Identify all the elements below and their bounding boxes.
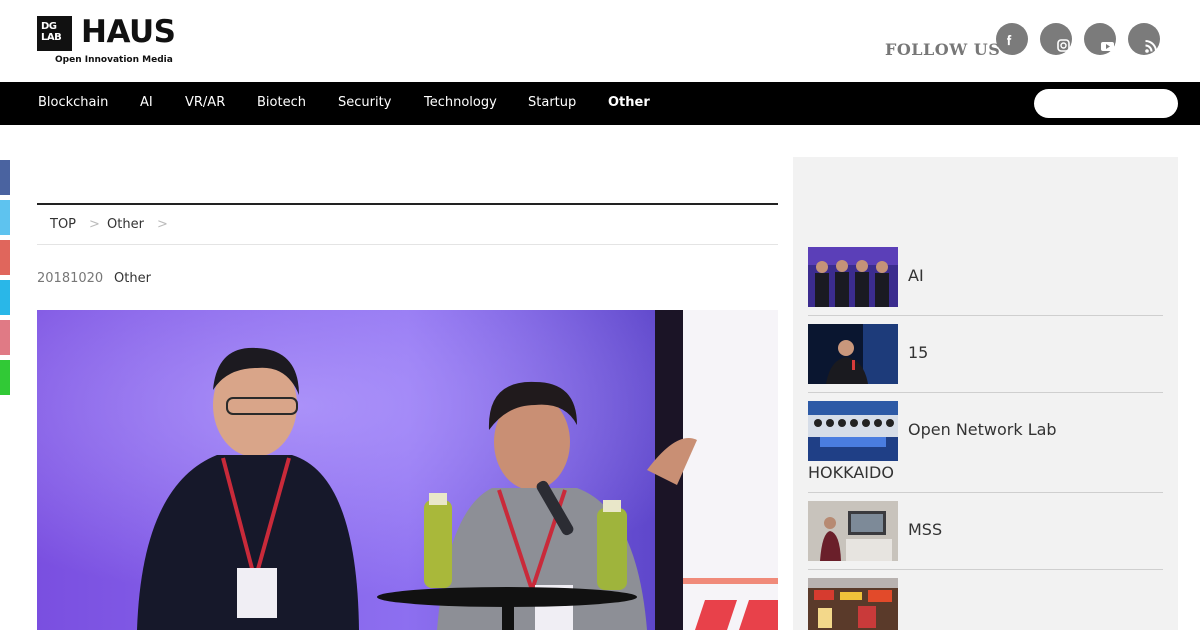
sidebar-list-item[interactable]	[808, 578, 1163, 630]
search-input[interactable]	[1034, 89, 1178, 118]
logo-tagline: Open Innovation Media	[55, 55, 173, 65]
nav-item-startup[interactable]: Startup	[528, 95, 576, 110]
nav-item-technology[interactable]: Technology	[424, 95, 497, 110]
sidebar-item-title: MSS	[908, 520, 943, 539]
share-hatena-button[interactable]	[0, 240, 10, 275]
breadcrumb: TOP > Other >	[37, 205, 778, 245]
follow-us-label: FOLLOW US	[885, 40, 1001, 59]
logo-mark-line1: DG	[41, 21, 57, 32]
youtube-icon[interactable]	[1084, 23, 1116, 55]
sidebar-list-item[interactable]: Open Network Lab HOKKAIDO	[808, 401, 1163, 493]
category-nav: Blockchain AI VR/AR Biotech Security Tec…	[0, 82, 1200, 125]
nav-item-ai[interactable]: AI	[140, 95, 153, 110]
sidebar-thumbnail	[808, 324, 898, 384]
sidebar-thumbnail	[808, 401, 898, 461]
logo-wordmark: HAUS	[81, 14, 176, 50]
share-pinterest-button[interactable]	[0, 320, 10, 355]
sidebar-item-title: AI	[908, 266, 924, 285]
nav-item-security[interactable]: Security	[338, 95, 391, 110]
site-logo[interactable]: DG LAB HAUS Open Innovation Media	[37, 14, 177, 68]
breadcrumb-other[interactable]: Other	[107, 217, 144, 232]
share-line-button[interactable]	[0, 360, 10, 395]
logo-mark-line2: LAB	[41, 32, 62, 43]
facebook-icon[interactable]	[996, 23, 1028, 55]
nav-item-blockchain[interactable]: Blockchain	[38, 95, 108, 110]
article-category[interactable]: Other	[114, 271, 151, 286]
share-facebook-button[interactable]	[0, 160, 10, 195]
sidebar-item-title: Open Network Lab	[908, 420, 1057, 439]
sidebar-item-title-line2: HOKKAIDO	[808, 463, 894, 482]
breadcrumb-top[interactable]: TOP	[50, 217, 76, 232]
share-pocket-button[interactable]	[0, 280, 10, 315]
nav-item-other[interactable]: Other	[608, 95, 650, 110]
rss-icon[interactable]	[1128, 23, 1160, 55]
sidebar-list-item[interactable]: MSS	[808, 501, 1163, 570]
nav-item-biotech[interactable]: Biotech	[257, 95, 306, 110]
breadcrumb-separator: >	[89, 217, 100, 232]
instagram-icon[interactable]	[1040, 23, 1072, 55]
article-hero-image	[37, 310, 778, 630]
breadcrumb-separator: >	[157, 217, 168, 232]
sidebar-item-title: 15	[908, 343, 929, 362]
article-date: 20181020	[37, 271, 104, 286]
sidebar-list-item[interactable]: AI	[808, 247, 1163, 316]
logo-mark: DG LAB	[37, 16, 72, 51]
nav-item-vr-ar[interactable]: VR/AR	[185, 95, 225, 110]
share-twitter-button[interactable]	[0, 200, 10, 235]
sidebar-thumbnail	[808, 501, 898, 561]
sidebar-thumbnail	[808, 247, 898, 307]
sidebar-ranking: AI 15 Open Network Lab HOKKAIDO MSS	[793, 157, 1178, 630]
sidebar-thumbnail	[808, 578, 898, 630]
sidebar-list-item[interactable]: 15	[808, 324, 1163, 393]
site-header: DG LAB HAUS Open Innovation Media FOLLOW…	[0, 0, 1200, 82]
